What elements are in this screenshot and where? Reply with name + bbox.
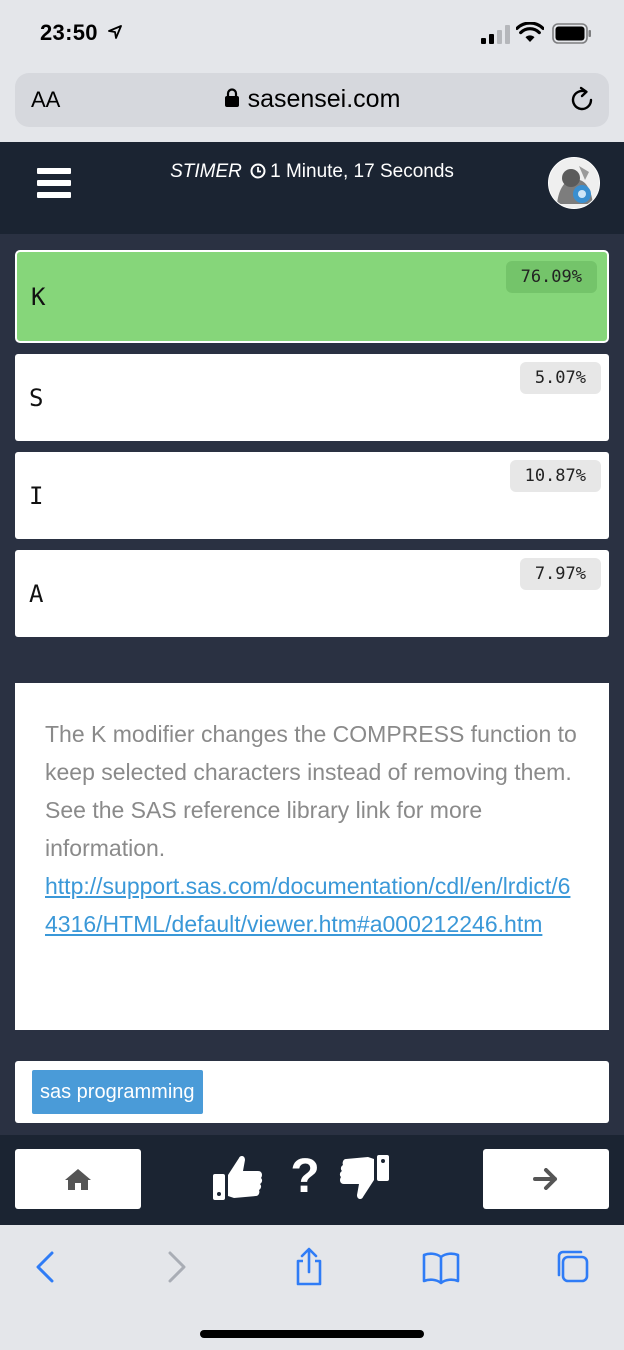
question-action-bar: ? [0,1135,624,1225]
back-chevron-icon[interactable] [25,1247,65,1287]
home-button[interactable] [15,1149,141,1209]
wifi-icon [516,22,544,42]
battery-icon [552,23,591,44]
answer-option-k[interactable]: K 76.09% [15,250,609,343]
forward-chevron-icon[interactable] [157,1247,197,1287]
tabs-icon[interactable] [553,1247,593,1287]
reload-icon[interactable] [567,85,597,115]
question-icon[interactable]: ? [285,1147,325,1207]
question-mark: ? [290,1150,320,1203]
url-display[interactable]: sasensei.com [15,85,609,114]
answer-percent-badge: 7.97% [519,558,601,590]
answer-percent-badge: 76.09% [505,261,597,293]
home-icon [65,1169,91,1190]
url-text: sasensei.com [247,85,401,113]
site-navbar: STIMER 1 Minute, 17 Seconds [0,142,624,234]
tags-panel: sas programming [15,1061,609,1123]
answer-percent-badge: 10.87% [509,460,601,492]
sas-reference-link[interactable]: http://support.sas.com/documentation/cdl… [45,873,570,937]
timer-text: 1 Minute, 17 Seconds [270,161,454,182]
answer-letter: A [29,580,44,608]
next-question-button[interactable] [483,1149,609,1209]
address-bar[interactable]: AA sasensei.com [15,73,609,127]
share-icon[interactable] [289,1247,329,1287]
cellular-signal-icon [481,24,511,44]
answer-letter: I [29,482,44,510]
explanation-panel: The K modifier changes the COMPRESS func… [15,683,609,1030]
answer-option-s[interactable]: S 5.07% [15,354,609,441]
browser-address-area: AA sasensei.com [0,66,624,142]
arrow-right-icon [533,1168,557,1190]
thumbs-down-icon[interactable] [336,1153,392,1209]
user-avatar[interactable] [548,157,600,209]
answer-letter: S [29,384,44,412]
status-time-text: 23:50 [40,20,98,45]
avatar-image [549,158,599,208]
clock-icon [250,163,266,179]
explanation-text: The K modifier changes the COMPRESS func… [45,721,577,861]
safari-toolbar [0,1225,624,1350]
answer-option-i[interactable]: I 10.87% [15,452,609,539]
answer-letter: K [31,283,46,311]
thumbs-up-icon[interactable] [210,1150,266,1206]
timer-brand: STIMER [170,161,242,182]
status-bar: 23:50 [0,0,624,66]
home-indicator[interactable] [200,1330,424,1338]
answer-percent-badge: 5.07% [519,362,601,394]
location-arrow-icon [108,25,123,39]
bookmarks-icon[interactable] [421,1247,461,1287]
status-time: 23:50 [40,20,123,46]
timer-display: STIMER 1 Minute, 17 Seconds [0,161,624,183]
lock-icon [224,88,239,107]
answer-option-a[interactable]: A 7.97% [15,550,609,637]
tag-sas-programming[interactable]: sas programming [32,1070,203,1114]
